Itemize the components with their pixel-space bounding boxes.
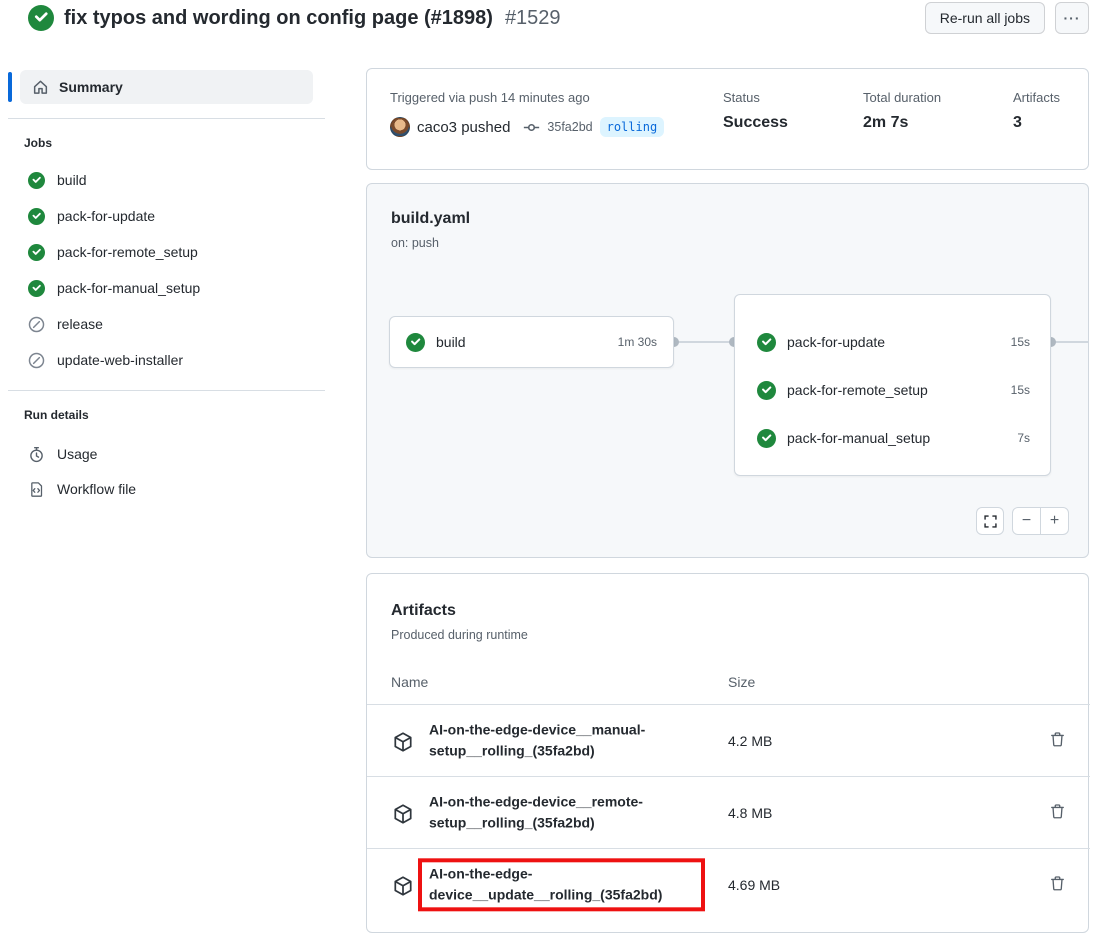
job-label: update-web-installer (57, 352, 183, 368)
artifacts-table-header: Name Size (367, 674, 1090, 704)
trash-icon[interactable] (1049, 731, 1066, 748)
package-icon (392, 803, 414, 825)
package-icon (392, 875, 414, 897)
artifacts-value: 3 (1013, 114, 1060, 132)
check-circle-icon (28, 172, 45, 189)
column-header-name: Name (391, 674, 428, 690)
graph-node-build[interactable]: build 1m 30s (389, 316, 674, 368)
success-check-icon (28, 5, 54, 31)
status-label: Status (723, 90, 788, 105)
column-header-size: Size (728, 674, 755, 690)
run-detail-label: Usage (57, 446, 97, 462)
node-label: pack-for-manual_setup (787, 430, 930, 446)
artifact-name-link[interactable]: AI-on-the-edge-device__manual-setup__rol… (429, 719, 701, 762)
main-content: Triggered via push 14 minutes ago caco3 … (366, 0, 1089, 915)
graph-node-pack-for-remote-setup[interactable]: pack-for-remote_setup 15s (735, 366, 1052, 414)
node-duration: 15s (1011, 383, 1030, 397)
node-label: build (436, 334, 466, 350)
artifacts-count-column: Artifacts 3 (1013, 90, 1060, 132)
home-icon (32, 79, 49, 96)
package-icon (392, 731, 414, 753)
job-label: pack-for-update (57, 208, 155, 224)
graph-node-group: pack-for-update 15s pack-for-remote_setu… (734, 294, 1051, 476)
duration-value: 2m 7s (863, 114, 941, 132)
branch-badge[interactable]: rolling (600, 117, 665, 137)
active-indicator-bar (8, 72, 12, 102)
run-summary-card: Triggered via push 14 minutes ago caco3 … (366, 68, 1089, 170)
sidebar-divider (8, 390, 325, 391)
sidebar-item-usage[interactable]: Usage (28, 442, 97, 466)
sidebar-item-summary[interactable]: Summary (20, 70, 313, 104)
node-duration: 1m 30s (618, 335, 657, 349)
status-value: Success (723, 114, 788, 132)
duration-column: Total duration 2m 7s (863, 90, 941, 132)
fullscreen-icon[interactable] (976, 507, 1004, 535)
check-circle-icon (28, 208, 45, 225)
graph-node-pack-for-update[interactable]: pack-for-update 15s (735, 318, 1052, 366)
job-label: build (57, 172, 87, 188)
trigger-info: Triggered via push 14 minutes ago (390, 90, 590, 105)
check-circle-icon (757, 333, 776, 352)
check-circle-icon (406, 333, 425, 352)
artifact-name-link[interactable]: AI-on-the-edge-device__remote-setup__rol… (429, 791, 701, 834)
run-details-section-label: Run details (24, 408, 89, 422)
artifacts-card: Artifacts Produced during runtime Name S… (366, 573, 1089, 933)
sidebar-divider (8, 118, 325, 119)
trash-icon[interactable] (1049, 875, 1066, 892)
check-circle-icon (757, 381, 776, 400)
code-file-icon (28, 481, 45, 498)
job-label: pack-for-remote_setup (57, 244, 198, 260)
graph-controls: − + (976, 507, 1069, 535)
artifacts-title: Artifacts (391, 602, 456, 620)
sidebar-job-pack-for-manual-setup[interactable]: pack-for-manual_setup (28, 276, 200, 300)
jobs-section-label: Jobs (24, 136, 52, 150)
sidebar-item-workflow-file[interactable]: Workflow file (28, 477, 136, 501)
sidebar-job-pack-for-remote-setup[interactable]: pack-for-remote_setup (28, 240, 198, 264)
actor-action: caco3 pushed (417, 119, 510, 136)
run-detail-label: Workflow file (57, 481, 136, 497)
skip-circle-icon (28, 352, 45, 369)
artifact-size: 4.8 MB (728, 805, 772, 821)
skip-circle-icon (28, 316, 45, 333)
status-column: Status Success (723, 90, 788, 132)
node-duration: 7s (1017, 431, 1030, 445)
graph-node-pack-for-manual-setup[interactable]: pack-for-manual_setup 7s (735, 414, 1052, 462)
check-circle-icon (28, 280, 45, 297)
artifact-row: AI-on-the-edge-device__manual-setup__rol… (367, 704, 1090, 776)
job-label: release (57, 316, 103, 332)
job-label: pack-for-manual_setup (57, 280, 200, 296)
artifact-size: 4.2 MB (728, 733, 772, 749)
duration-label: Total duration (863, 90, 941, 105)
node-label: pack-for-update (787, 334, 885, 350)
artifact-size: 4.69 MB (728, 877, 780, 893)
zoom-out-button[interactable]: − (1013, 508, 1041, 534)
node-duration: 15s (1011, 335, 1030, 349)
artifact-name-link-highlighted[interactable]: AI-on-the-edge-device__update__rolling_(… (418, 858, 705, 911)
artifact-row: AI-on-the-edge-device__update__rolling_(… (367, 848, 1090, 920)
graph-edge (674, 341, 736, 343)
trash-icon[interactable] (1049, 803, 1066, 820)
action-text: pushed (461, 119, 510, 136)
workflow-graph-card: build.yaml on: push build 1m 30s pack-fo… (366, 183, 1089, 558)
check-circle-icon (28, 244, 45, 261)
sidebar-job-release[interactable]: release (28, 312, 103, 336)
workflow-trigger: on: push (391, 236, 439, 250)
sidebar-job-build[interactable]: build (28, 168, 87, 192)
node-label: pack-for-remote_setup (787, 382, 928, 398)
graph-edge (1051, 341, 1089, 343)
commit-sha[interactable]: 35fa2bd (547, 120, 592, 134)
sidebar-job-update-web-installer[interactable]: update-web-installer (28, 348, 183, 372)
stopwatch-icon (28, 446, 45, 463)
zoom-in-button[interactable]: + (1041, 508, 1068, 534)
actor-name[interactable]: caco3 (417, 119, 457, 136)
avatar[interactable] (390, 117, 410, 137)
commit-icon (523, 119, 540, 136)
workflow-file-name: build.yaml (391, 210, 470, 228)
check-circle-icon (757, 429, 776, 448)
artifacts-subtitle: Produced during runtime (391, 628, 528, 642)
sidebar-job-pack-for-update[interactable]: pack-for-update (28, 204, 155, 228)
artifacts-label: Artifacts (1013, 90, 1060, 105)
summary-label: Summary (59, 79, 123, 95)
artifact-row: AI-on-the-edge-device__remote-setup__rol… (367, 776, 1090, 848)
